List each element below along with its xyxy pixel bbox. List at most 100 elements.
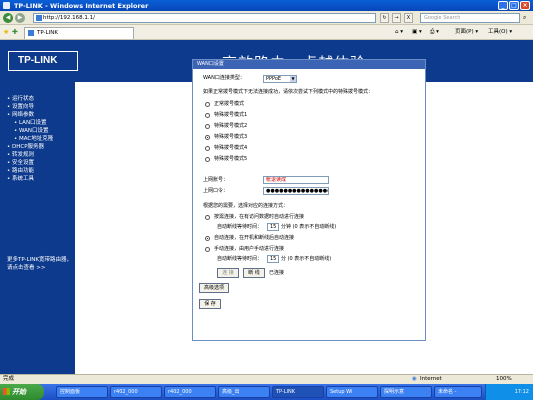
mode-label-special-1: 特殊拨号模式1 bbox=[214, 112, 248, 118]
password-label: 上网口令： bbox=[203, 188, 229, 194]
conn-type-value: PPPoE bbox=[266, 76, 282, 82]
connection-status: 已连接 bbox=[269, 270, 285, 276]
mode-radio-normal[interactable] bbox=[205, 102, 210, 107]
refresh-button[interactable]: ↻ bbox=[380, 13, 389, 23]
connection-mode-hint: 根据您的需要，选择对应的连接方式： bbox=[203, 203, 289, 209]
close-window-button[interactable]: × bbox=[520, 1, 530, 10]
back-button[interactable]: ◀ bbox=[3, 13, 13, 23]
minimize-button[interactable]: _ bbox=[498, 1, 508, 10]
task-r402-1[interactable]: r402_000 bbox=[110, 386, 162, 398]
sidebar-item-routing[interactable]: • 路由功能 bbox=[7, 167, 53, 175]
manual-connect-radio[interactable] bbox=[205, 247, 210, 252]
print-icon[interactable]: ⎙ ▾ bbox=[430, 28, 439, 37]
search-icon[interactable]: ⌕ bbox=[523, 14, 526, 22]
sidebar-item-status[interactable]: • 运行状态 bbox=[7, 95, 53, 103]
tab-tplink[interactable]: TP-LINK bbox=[24, 27, 134, 39]
chevron-down-icon: ▼ bbox=[290, 76, 296, 82]
window-title-bar: TP-LINK - Windows Internet Explorer _ □ … bbox=[0, 0, 533, 11]
task-r402-2[interactable]: r402_000 bbox=[164, 386, 216, 398]
account-input[interactable]: 帐退读成 bbox=[263, 176, 329, 184]
task-advanced[interactable]: 高级_出 bbox=[218, 386, 270, 398]
sidebar-item-network[interactable]: • 网络参数 bbox=[7, 111, 53, 119]
sidebar-item-security[interactable]: • 安全设置 bbox=[7, 159, 53, 167]
sidebar-item-system-tools[interactable]: • 系统工具 bbox=[7, 175, 53, 183]
idle-time-label-1: 自动断线等待时间： bbox=[217, 224, 263, 230]
zoom-level[interactable]: 100% bbox=[496, 375, 512, 384]
router-sidebar: • 运行状态 • 设置向导 • 网络参数 • LAN口设置 • WAN口设置 •… bbox=[0, 82, 75, 374]
sidebar-item-mac-clone[interactable]: • MAC地址克隆 bbox=[7, 135, 53, 143]
sidebar-item-lan[interactable]: • LAN口设置 bbox=[7, 119, 53, 127]
idle-time-input-2[interactable]: 15 bbox=[267, 255, 279, 263]
task-control-panel[interactable]: 控制面板 bbox=[56, 386, 108, 398]
logo-text: TP-LINK bbox=[18, 55, 58, 66]
conn-type-select[interactable]: PPPoE ▼ bbox=[263, 75, 297, 83]
windows-flag-icon bbox=[3, 388, 10, 395]
sidebar-item-forwarding[interactable]: • 转发规则 bbox=[7, 151, 53, 159]
clock: 17:12 bbox=[514, 389, 529, 395]
password-input[interactable]: ●●●●●●●●●●●●●●● bbox=[263, 187, 329, 195]
address-bar: ◀ ▶ http://192.168.1.1/ ↻ → X Google Sea… bbox=[0, 11, 533, 25]
save-button[interactable]: 保 存 bbox=[199, 299, 221, 309]
tplink-logo: TP-LINK bbox=[8, 51, 78, 71]
add-favorite-icon[interactable]: ✚ bbox=[12, 28, 18, 37]
on-demand-label: 按需连接，在有访问数据时自动进行连接 bbox=[214, 214, 305, 220]
mode-radio-special-3[interactable] bbox=[205, 135, 210, 140]
on-demand-radio[interactable] bbox=[205, 215, 210, 220]
globe-icon: ◉ bbox=[412, 376, 417, 382]
favorites-star-icon[interactable]: ★ bbox=[3, 28, 9, 37]
auto-connect-radio[interactable] bbox=[205, 236, 210, 241]
tab-page-icon bbox=[28, 30, 34, 36]
panel-title: WAN口设置 bbox=[193, 60, 425, 69]
mode-radio-special-5[interactable] bbox=[205, 157, 210, 162]
sidebar-item-wan[interactable]: • WAN口设置 bbox=[7, 127, 53, 135]
wan-settings-panel: WAN口设置 WAN口连接类型： PPPoE ▼ 如果正常拨号模式下无法连接成功… bbox=[192, 59, 426, 341]
go-button[interactable]: → bbox=[392, 13, 401, 23]
tools-menu[interactable]: 工具(O) ▾ bbox=[488, 28, 512, 37]
connect-button[interactable]: 连 接 bbox=[217, 268, 239, 278]
status-bar: 完成 ◉ Internet 100% bbox=[0, 374, 533, 384]
taskbar: 开始 控制面板 r402_000 r402_000 高级_出 TP-LINK S… bbox=[0, 384, 533, 400]
task-setup[interactable]: Setup Wi bbox=[326, 386, 378, 398]
advanced-options-button[interactable]: 高级选项 bbox=[199, 283, 229, 293]
feeds-icon[interactable]: ▣ ▾ bbox=[412, 28, 422, 37]
stop-button[interactable]: X bbox=[404, 13, 413, 23]
mode-label-special-5: 特殊拨号模式5 bbox=[214, 156, 248, 162]
page-icon bbox=[36, 15, 42, 21]
task-untitled[interactable]: 未命名 - bbox=[434, 386, 482, 398]
account-label: 上网账号： bbox=[203, 177, 229, 183]
zone-text: Internet bbox=[420, 376, 442, 382]
mode-radio-special-1[interactable] bbox=[205, 113, 210, 118]
auto-connect-label: 自动连接，在开机和断线后自动连接 bbox=[214, 235, 295, 241]
special-mode-hint: 如果正常拨号模式下无法连接成功，请依次尝试下列模式中的特殊拨号模式： bbox=[203, 89, 374, 95]
sidebar-item-wizard[interactable]: • 设置向导 bbox=[7, 103, 53, 111]
mode-radio-special-2[interactable] bbox=[205, 124, 210, 129]
mode-label-special-4: 特殊拨号模式4 bbox=[214, 145, 248, 151]
mode-radio-special-4[interactable] bbox=[205, 146, 210, 151]
mode-label-normal: 正常拨号模式 bbox=[214, 101, 245, 107]
mode-label-special-3: 特殊拨号模式3 bbox=[214, 134, 248, 140]
system-tray: 17:12 bbox=[485, 384, 533, 400]
sidebar-item-dhcp[interactable]: • DHCP服务器 bbox=[7, 143, 53, 151]
idle-unit-2: 分 (0 表示不自动断线) bbox=[281, 256, 332, 262]
disconnect-button[interactable]: 断 线 bbox=[243, 268, 265, 278]
ie-icon bbox=[3, 2, 10, 9]
page-menu[interactable]: 页面(P) ▾ bbox=[455, 28, 478, 37]
task-tplink[interactable]: TP-LINK bbox=[272, 386, 324, 398]
conn-type-label: WAN口连接类型： bbox=[203, 75, 245, 81]
idle-time-input-1[interactable]: 15 bbox=[267, 223, 279, 231]
sidebar-more-link[interactable]: 更多TP-LINK宽带路由器，请点击查看 >> bbox=[7, 256, 73, 272]
url-input[interactable]: http://192.168.1.1/ bbox=[33, 13, 376, 23]
search-input[interactable]: Google Search bbox=[420, 13, 520, 23]
home-icon[interactable]: ⌂ ▾ bbox=[395, 28, 403, 37]
maximize-button[interactable]: □ bbox=[509, 1, 519, 10]
tab-toolbar: ★ ✚ TP-LINK ⌂ ▾ ▣ ▾ ⎙ ▾ 页面(P) ▾ 工具(O) ▾ bbox=[0, 25, 533, 40]
window-title: TP-LINK - Windows Internet Explorer bbox=[14, 2, 149, 10]
idle-unit-1: 分钟 (0 表示不自动断线) bbox=[281, 224, 337, 230]
status-text: 完成 bbox=[3, 376, 15, 382]
idle-time-label-2: 自动断线等待时间： bbox=[217, 256, 263, 262]
tab-title: TP-LINK bbox=[37, 30, 58, 36]
forward-button[interactable]: ▶ bbox=[15, 13, 25, 23]
manual-connect-label: 手动连接，由用户手动进行连接 bbox=[214, 246, 285, 252]
start-button[interactable]: 开始 bbox=[0, 384, 44, 400]
task-explore[interactable]: 探明示意 bbox=[380, 386, 432, 398]
